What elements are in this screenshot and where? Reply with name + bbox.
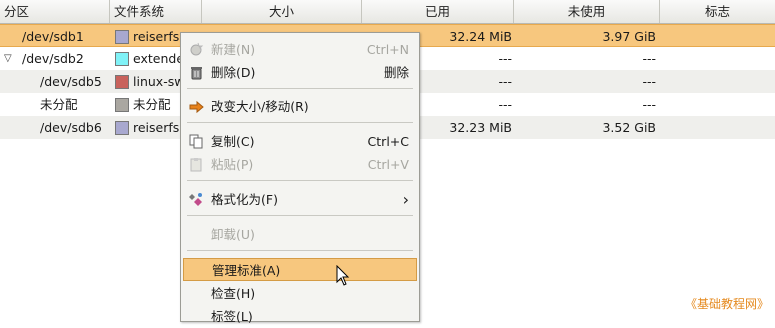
menu-item-manage-flags[interactable]: 管理标准(A) (183, 258, 417, 281)
unused-value: --- (642, 97, 656, 112)
new-icon (190, 42, 204, 56)
menu-separator (187, 122, 413, 123)
column-unused[interactable]: 未使用 (514, 0, 660, 23)
menu-separator (187, 215, 413, 216)
menu-item-resize-move[interactable]: 改变大小/移动(R) (183, 95, 417, 118)
filesystem-color-swatch (115, 98, 129, 112)
column-used[interactable]: 已用 (362, 0, 514, 23)
filesystem-name: reiserfs (133, 120, 180, 135)
menu-item-unmount[interactable]: 卸载(U) (183, 223, 417, 246)
filesystem-color-swatch (115, 52, 129, 66)
partition-name: /dev/sdb6 (40, 120, 102, 135)
column-header: 分区 文件系统 大小 已用 未使用 标志 (0, 0, 775, 24)
mouse-pointer-icon (336, 265, 350, 286)
menu-separator (187, 250, 413, 251)
resize-arrow-icon (189, 100, 204, 114)
menu-separator (187, 88, 413, 89)
filesystem-name: 未分配 (133, 97, 171, 112)
column-filesystem[interactable]: 文件系统 (110, 0, 202, 23)
column-partition[interactable]: 分区 (0, 0, 110, 23)
format-icon (189, 193, 202, 206)
context-menu: 新建(N) Ctrl+N 删除(D) 删除 改变大小/移动(R) 复制(C) C… (180, 32, 420, 324)
watermark: 《基础教程网》 (684, 297, 769, 311)
partition-name: /dev/sdb1 (22, 29, 84, 44)
column-flags[interactable]: 标志 (660, 0, 775, 23)
menu-item-label[interactable]: 标签(L) (183, 305, 417, 328)
expander-triangle-icon[interactable]: ▽ (4, 47, 12, 70)
column-size[interactable]: 大小 (202, 0, 362, 23)
unused-value: 3.97 GiB (602, 29, 656, 44)
filesystem-color-swatch (115, 75, 129, 89)
menu-item-new[interactable]: 新建(N) Ctrl+N (183, 38, 417, 61)
partition-name: /dev/sdb2 (22, 51, 84, 66)
menu-item-paste[interactable]: 粘贴(P) Ctrl+V (183, 153, 417, 176)
copy-icon (189, 134, 203, 149)
menu-separator (187, 180, 413, 181)
trash-icon (191, 67, 202, 80)
partition-name: 未分配 (40, 97, 78, 112)
partition-name: /dev/sdb5 (40, 74, 102, 89)
submenu-arrow-icon: › (402, 190, 409, 209)
menu-item-copy[interactable]: 复制(C) Ctrl+C (183, 130, 417, 153)
menu-item-format-as[interactable]: 格式化为(F) › (183, 188, 417, 211)
unused-value: --- (642, 51, 656, 66)
menu-item-delete[interactable]: 删除(D) 删除 (183, 61, 417, 84)
paste-icon (190, 158, 202, 172)
filesystem-color-swatch (115, 121, 129, 135)
filesystem-color-swatch (115, 30, 129, 44)
menu-item-check[interactable]: 检查(H) (183, 282, 417, 305)
unused-value: --- (642, 74, 656, 89)
filesystem-name: reiserfs (133, 29, 180, 44)
unused-value: 3.52 GiB (602, 120, 656, 135)
